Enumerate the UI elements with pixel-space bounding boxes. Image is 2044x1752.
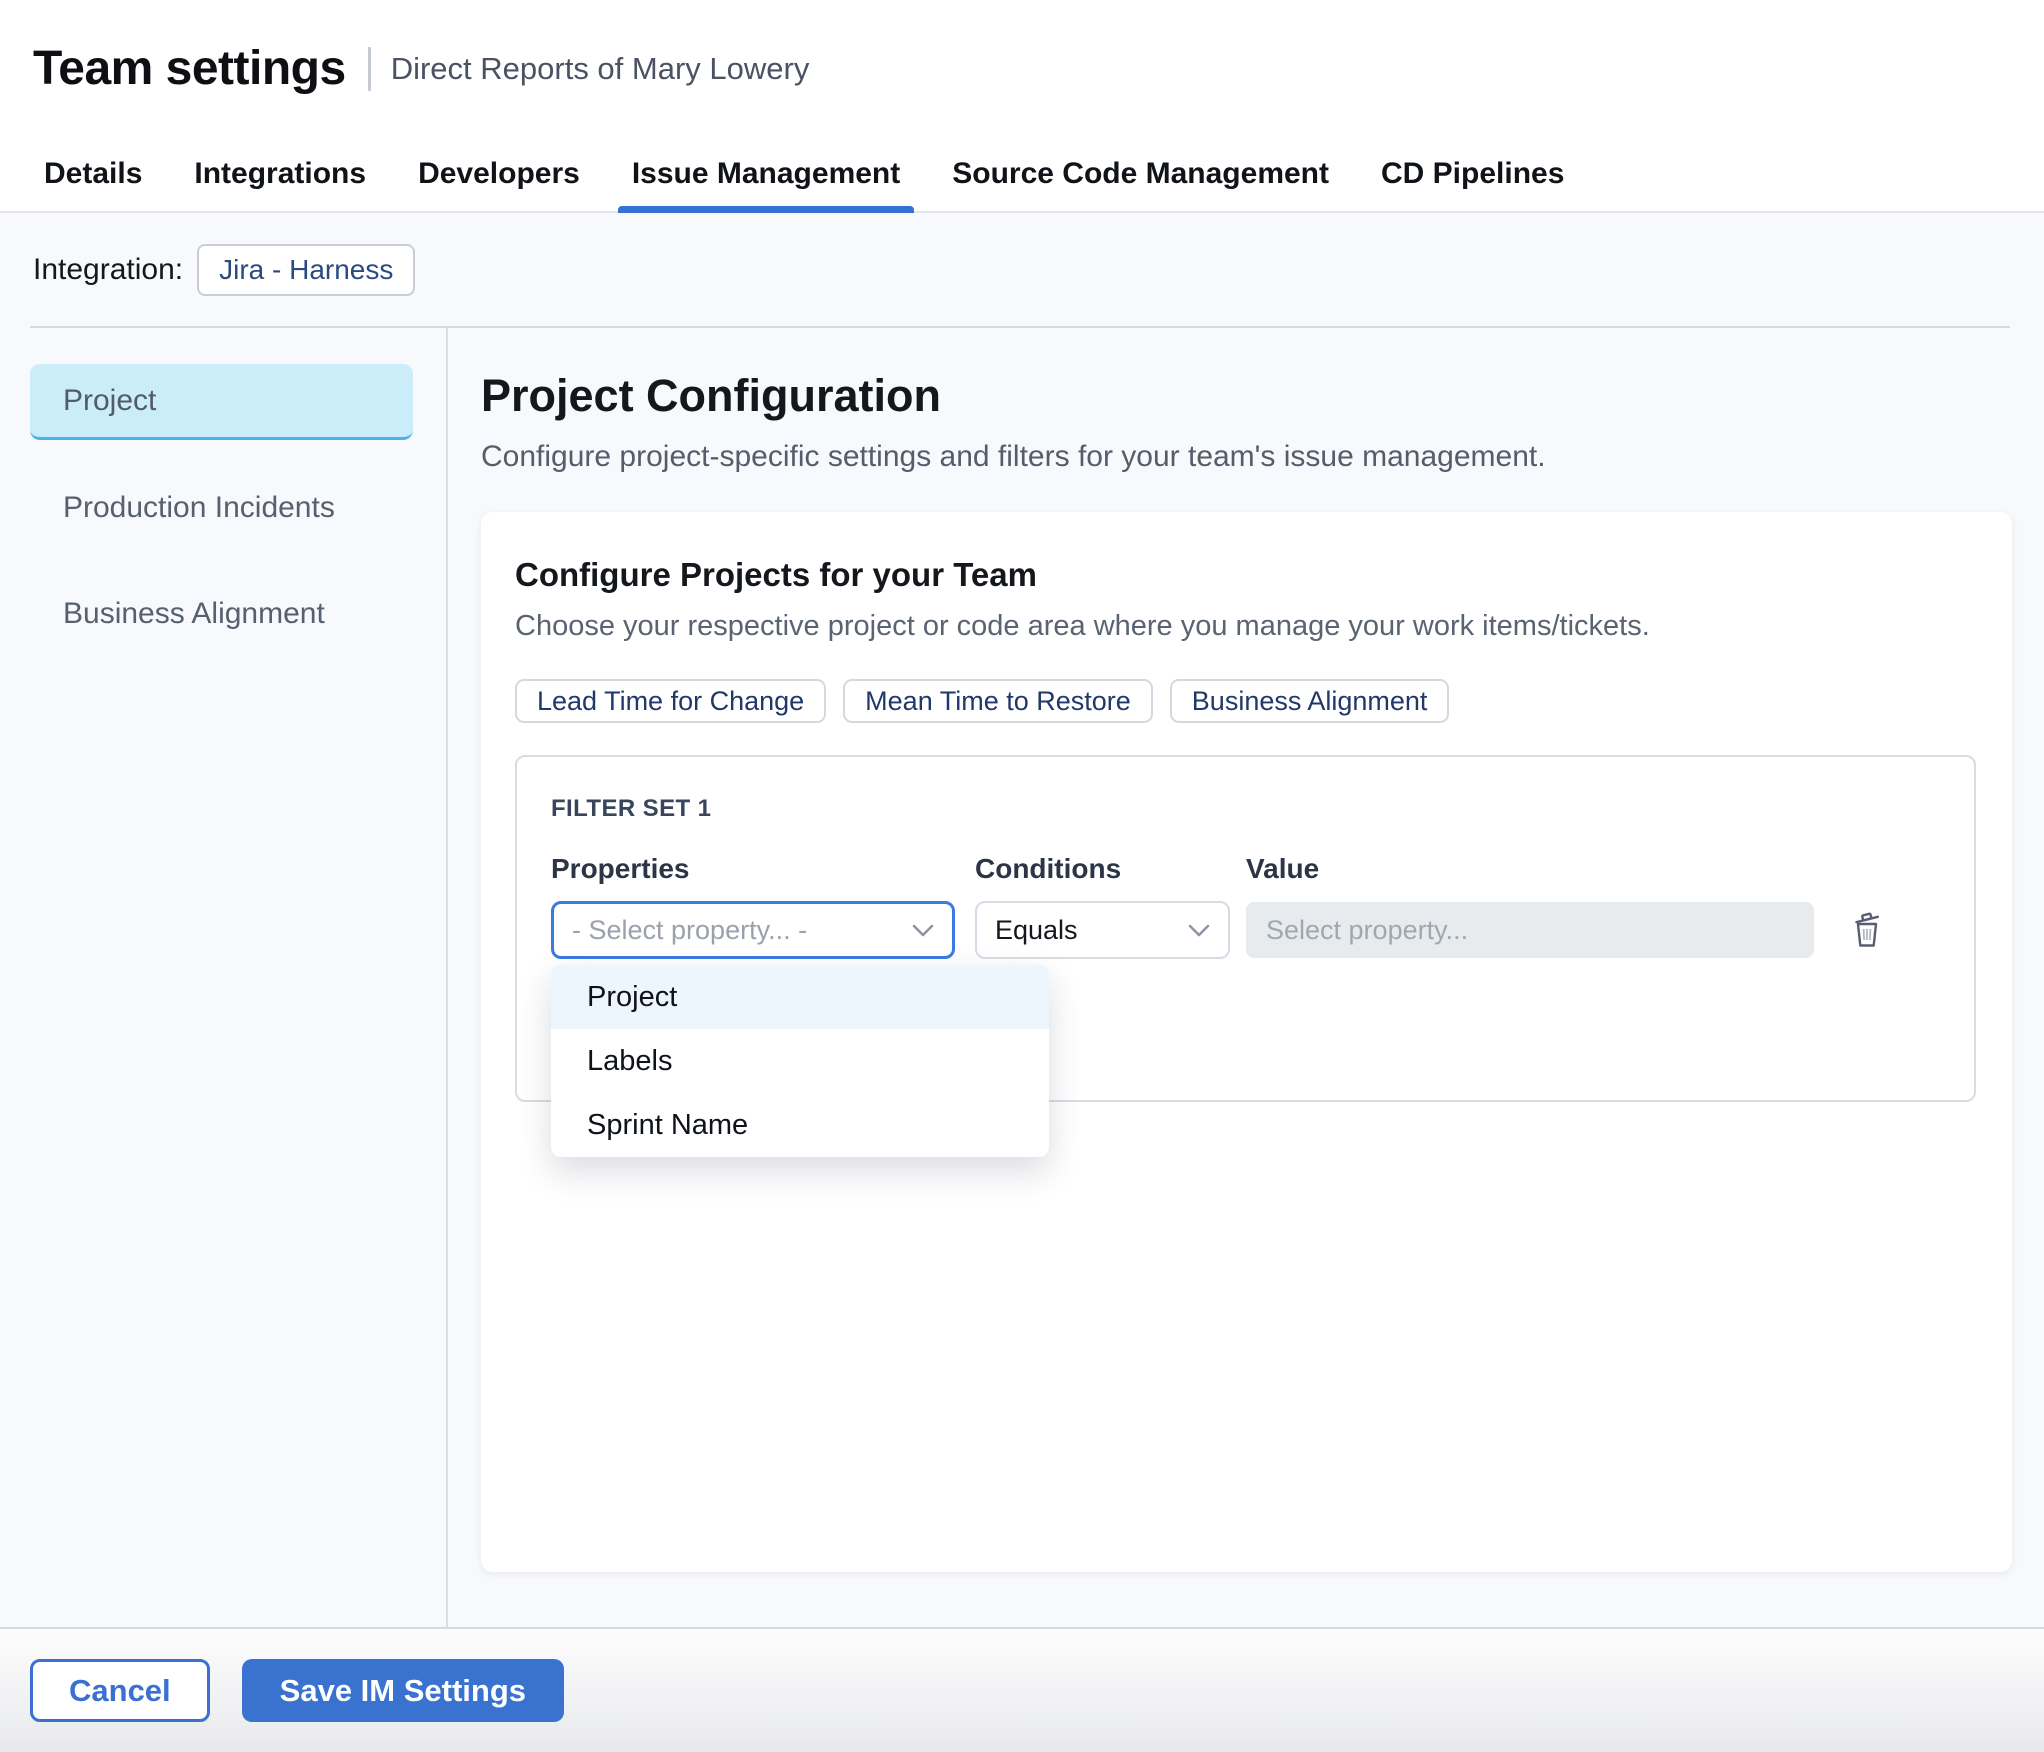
- value-input[interactable]: [1246, 902, 1814, 958]
- sidebar-item-project[interactable]: Project: [30, 364, 413, 440]
- trash-icon: [1850, 911, 1884, 949]
- card-title: Configure Projects for your Team: [515, 556, 1037, 593]
- properties-dropdown-menu: Project Labels Sprint Name: [551, 965, 1049, 1157]
- properties-select-wrap: - Select property... - Project Labels Sp…: [551, 901, 1049, 1157]
- page-header: Team settings Direct Reports of Mary Low…: [0, 0, 2044, 137]
- filter-set-card: FILTER SET 1 Properties Conditions Value…: [515, 755, 1976, 1157]
- filter-set-title: FILTER SET 1: [551, 795, 712, 822]
- content-area: Project Production Incidents Business Al…: [0, 328, 2044, 1627]
- tab-issue-management[interactable]: Issue Management: [617, 137, 915, 213]
- properties-select-value: - Select property... -: [572, 914, 808, 945]
- properties-select[interactable]: - Select property... -: [551, 901, 955, 959]
- delete-filter-button[interactable]: [1850, 911, 1884, 949]
- sidebar-item-business-alignment[interactable]: Business Alignment: [30, 576, 413, 652]
- dropdown-option-sprint-name[interactable]: Sprint Name: [551, 1093, 1049, 1157]
- page-subtitle: Direct Reports of Mary Lowery: [390, 50, 810, 86]
- title-separator: [367, 46, 371, 91]
- section-title: Project Configuration: [481, 370, 941, 421]
- sidebar-item-production-incidents[interactable]: Production Incidents: [30, 470, 413, 546]
- conditions-select[interactable]: Equals: [975, 901, 1230, 959]
- card-subtitle: Choose your respective project or code a…: [515, 610, 1650, 642]
- dropdown-option-labels[interactable]: Labels: [551, 1029, 1049, 1093]
- tab-integrations[interactable]: Integrations: [194, 137, 366, 211]
- chevron-down-icon: [912, 924, 934, 937]
- tab-bar: Details Integrations Developers Issue Ma…: [0, 137, 2044, 213]
- filter-controls-row: - Select property... - Project Labels Sp…: [551, 901, 1974, 1157]
- tab-cd-pipelines[interactable]: CD Pipelines: [1381, 137, 1564, 211]
- team-settings-page: Team settings Direct Reports of Mary Low…: [0, 0, 2044, 1752]
- value-column-label: Value: [1246, 853, 1320, 884]
- tab-source-code-management[interactable]: Source Code Management: [952, 137, 1329, 211]
- chevron-down-icon: [1188, 924, 1210, 937]
- section-subtitle: Configure project-specific settings and …: [481, 440, 1546, 473]
- integration-row: Integration: Jira - Harness: [0, 213, 2044, 328]
- integration-label: Integration:: [33, 252, 184, 286]
- integration-chip[interactable]: Jira - Harness: [197, 243, 416, 296]
- footer-action-bar: Cancel Save IM Settings: [0, 1627, 2044, 1752]
- pill-business-alignment[interactable]: Business Alignment: [1169, 679, 1450, 723]
- main-panel: Project Configuration Configure project-…: [448, 328, 2044, 1627]
- page-title: Team settings: [33, 42, 346, 95]
- tab-developers[interactable]: Developers: [418, 137, 580, 211]
- metric-pill-row: Lead Time for Change Mean Time to Restor…: [515, 679, 1976, 723]
- pill-lead-time-for-change[interactable]: Lead Time for Change: [515, 679, 827, 723]
- save-im-settings-button[interactable]: Save IM Settings: [241, 1659, 565, 1722]
- dropdown-option-project[interactable]: Project: [551, 965, 1049, 1029]
- conditions-column-label: Conditions: [975, 853, 1122, 884]
- tab-details[interactable]: Details: [44, 137, 142, 211]
- settings-sidebar: Project Production Incidents Business Al…: [0, 328, 448, 1627]
- configure-projects-card: Configure Projects for your Team Choose …: [481, 512, 2012, 1572]
- cancel-button[interactable]: Cancel: [30, 1659, 210, 1722]
- pill-mean-time-to-restore[interactable]: Mean Time to Restore: [843, 679, 1153, 723]
- conditions-select-value: Equals: [995, 914, 1078, 945]
- properties-column-label: Properties: [551, 853, 690, 884]
- filter-column-labels: Properties Conditions Value: [551, 853, 1974, 885]
